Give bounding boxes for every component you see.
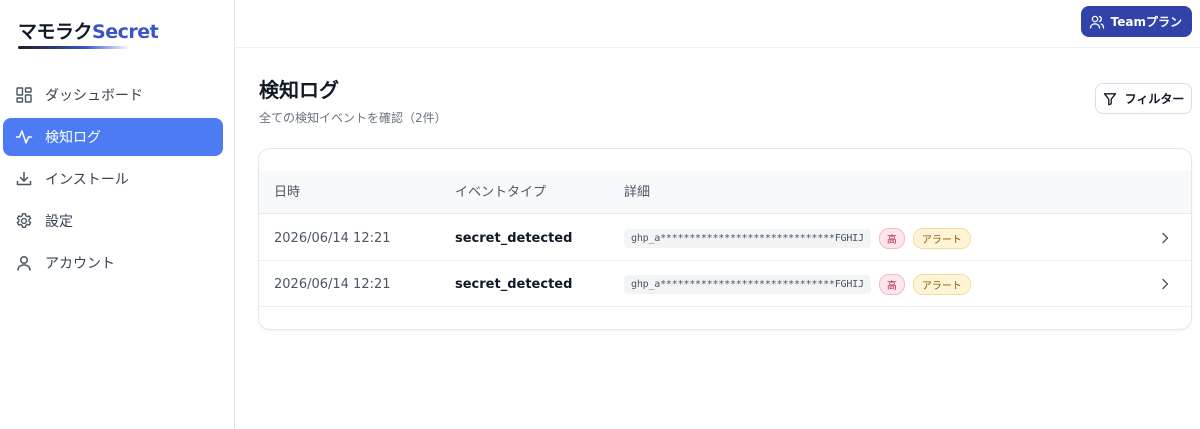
row-detail: ghp_a******************************FGHIJ… [624, 215, 971, 261]
sidebar-item-settings[interactable]: 設定 [3, 202, 223, 240]
row-detail: ghp_a******************************FGHIJ… [624, 261, 971, 307]
filter-button-label: フィルター [1124, 92, 1185, 106]
severity-badge: 高 [878, 273, 905, 295]
column-header-detail[interactable]: 詳細 [624, 171, 650, 214]
status-badge: アラート [912, 273, 971, 295]
dashboard-grid-icon [15, 86, 33, 104]
logo-text-en: Secret [92, 21, 159, 43]
row-event-type: secret_detected [455, 276, 573, 292]
row-event-type: secret_detected [455, 230, 573, 246]
column-header-datetime[interactable]: 日時 [274, 171, 300, 214]
user-icon [15, 254, 33, 272]
sidebar: マモラクSecret ダッシュボード 検知ログ インストール 設定 アカウント [0, 0, 235, 429]
sidebar-item-account[interactable]: アカウント [3, 244, 223, 282]
team-plan-button[interactable]: Teamプラン [1080, 6, 1192, 37]
table-row[interactable]: 2026/06/14 12:21 secret_detected ghp_a**… [259, 215, 1191, 261]
column-header-event-type[interactable]: イベントタイプ [455, 171, 546, 214]
users-icon [1089, 14, 1105, 30]
download-icon [15, 170, 33, 188]
sidebar-item-label: 設定 [45, 214, 73, 230]
top-bar: Teamプラン [235, 0, 1200, 48]
sidebar-item-label: ダッシュボード [45, 88, 143, 104]
sidebar-item-label: 検知ログ [45, 130, 101, 146]
masked-secret-value: ghp_a******************************FGHIJ [624, 228, 871, 248]
sidebar-item-dashboard[interactable]: ダッシュボード [3, 76, 223, 114]
filter-button[interactable]: フィルター [1095, 83, 1192, 114]
page-title: 検知ログ [259, 78, 339, 102]
status-badge: アラート [912, 227, 971, 249]
page-subtitle: 全ての検知イベントを確認（2件） [259, 111, 447, 125]
filter-funnel-icon [1103, 92, 1117, 106]
detection-log-table: 日時 イベントタイプ 詳細 2026/06/14 12:21 secret_de… [258, 148, 1192, 330]
row-datetime: 2026/06/14 12:21 [274, 276, 391, 292]
logo-text-jp: マモラク [18, 21, 93, 43]
sidebar-nav: ダッシュボード 検知ログ インストール 設定 アカウント [0, 76, 235, 286]
gear-icon [15, 212, 33, 230]
sidebar-item-detection-log[interactable]: 検知ログ [3, 118, 223, 156]
logo-underline [18, 46, 130, 49]
app-logo[interactable]: マモラクSecret [18, 20, 159, 52]
chevron-right-icon[interactable] [1157, 276, 1173, 292]
table-row[interactable]: 2026/06/14 12:21 secret_detected ghp_a**… [259, 261, 1191, 307]
severity-badge: 高 [878, 227, 905, 249]
activity-pulse-icon [15, 128, 33, 146]
masked-secret-value: ghp_a******************************FGHIJ [624, 274, 871, 294]
chevron-right-icon[interactable] [1157, 230, 1173, 246]
sidebar-item-label: アカウント [45, 256, 115, 272]
team-plan-label: Teamプラン [1110, 15, 1182, 29]
row-datetime: 2026/06/14 12:21 [274, 230, 391, 246]
sidebar-item-label: インストール [45, 172, 129, 188]
sidebar-item-install[interactable]: インストール [3, 160, 223, 198]
table-header: 日時 イベントタイプ 詳細 [259, 171, 1191, 214]
